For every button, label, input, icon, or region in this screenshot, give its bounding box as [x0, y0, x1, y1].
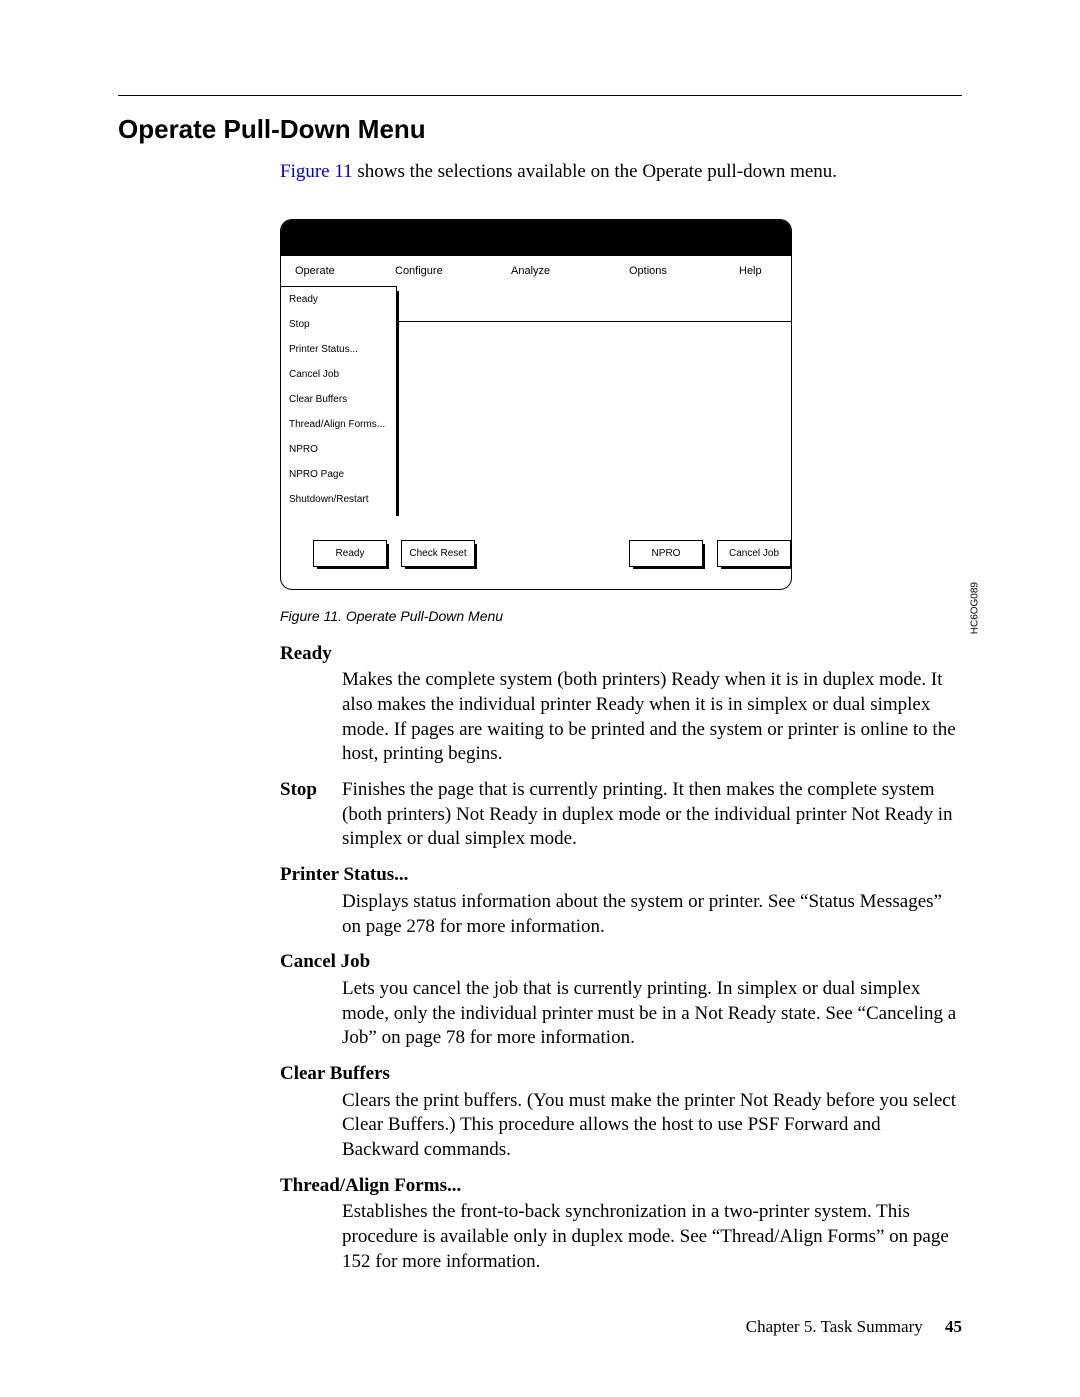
- figure-caption: Figure 11. Operate Pull-Down Menu: [280, 608, 962, 624]
- term-stop: Stop: [280, 778, 342, 852]
- check-reset-button[interactable]: Check Reset: [401, 540, 475, 567]
- term-thread-align: Thread/Align Forms...: [280, 1174, 962, 1199]
- figure-container: Operate Configure Analyze Options Help R…: [280, 219, 962, 590]
- ready-button[interactable]: Ready: [313, 540, 387, 567]
- def-ready: Ready Makes the complete system (both pr…: [280, 642, 962, 767]
- dropdown-item-shutdown-restart[interactable]: Shutdown/Restart: [281, 487, 396, 512]
- menu-options[interactable]: Options: [615, 265, 725, 277]
- dropdown-container: Ready Stop Printer Status... Cancel Job …: [281, 286, 791, 512]
- body-cancel-job: Lets you cancel the job that is currentl…: [342, 977, 962, 1051]
- def-printer-status: Printer Status... Displays status inform…: [280, 863, 962, 939]
- body-ready: Makes the complete system (both printers…: [342, 668, 962, 767]
- body-thread-align: Establishes the front-to-back synchroniz…: [342, 1200, 962, 1274]
- menu-analyze[interactable]: Analyze: [497, 265, 615, 277]
- npro-button[interactable]: NPRO: [629, 540, 703, 567]
- title-bar: [281, 220, 791, 256]
- def-stop: Stop Finishes the page that is currently…: [280, 778, 962, 852]
- dropdown-item-clear-buffers[interactable]: Clear Buffers: [281, 387, 396, 412]
- dropdown-item-stop[interactable]: Stop: [281, 312, 396, 337]
- figure-link[interactable]: Figure 11: [280, 161, 353, 182]
- dropdown-item-printer-status[interactable]: Printer Status...: [281, 337, 396, 362]
- intro-paragraph: Figure 11 shows the selections available…: [280, 159, 962, 185]
- intro-text: shows the selections available on the Op…: [353, 161, 837, 182]
- page: Operate Pull-Down Menu Figure 11 shows t…: [0, 0, 1080, 1397]
- page-footer: Chapter 5. Task Summary 45: [746, 1317, 962, 1337]
- cancel-job-button[interactable]: Cancel Job: [717, 540, 791, 567]
- term-ready: Ready: [280, 642, 962, 667]
- figure-code: HC6OG089: [969, 582, 980, 634]
- definition-list: Ready Makes the complete system (both pr…: [280, 642, 962, 1275]
- dropdown-item-ready[interactable]: Ready: [281, 287, 396, 312]
- body-printer-status: Displays status information about the sy…: [342, 890, 962, 939]
- menu-configure[interactable]: Configure: [381, 265, 497, 277]
- menu-bar: Operate Configure Analyze Options Help: [281, 256, 791, 286]
- def-thread-align: Thread/Align Forms... Establishes the fr…: [280, 1174, 962, 1275]
- menu-operate[interactable]: Operate: [281, 265, 381, 277]
- dropdown-item-thread-align[interactable]: Thread/Align Forms...: [281, 412, 396, 437]
- term-printer-status: Printer Status...: [280, 863, 962, 888]
- section-title: Operate Pull-Down Menu: [118, 114, 962, 145]
- dropdown-item-npro-page[interactable]: NPRO Page: [281, 462, 396, 487]
- button-spacer: [489, 540, 615, 567]
- footer-chapter: Chapter 5. Task Summary: [746, 1317, 923, 1336]
- body-clear-buffers: Clears the print buffers. (You must make…: [342, 1089, 962, 1163]
- menu-help[interactable]: Help: [725, 265, 776, 277]
- term-clear-buffers: Clear Buffers: [280, 1062, 962, 1087]
- def-cancel-job: Cancel Job Lets you cancel the job that …: [280, 950, 962, 1051]
- button-row: Ready Check Reset NPRO Cancel Job: [281, 512, 791, 589]
- dropdown-shadow: [396, 291, 399, 516]
- dropdown-item-cancel-job[interactable]: Cancel Job: [281, 362, 396, 387]
- window-body: Operate Configure Analyze Options Help R…: [281, 256, 791, 589]
- def-clear-buffers: Clear Buffers Clears the print buffers. …: [280, 1062, 962, 1163]
- app-window: Operate Configure Analyze Options Help R…: [280, 219, 792, 590]
- term-cancel-job: Cancel Job: [280, 950, 962, 975]
- footer-page-number: 45: [945, 1317, 962, 1336]
- body-stop: Finishes the page that is currently prin…: [342, 778, 962, 852]
- operate-dropdown: Ready Stop Printer Status... Cancel Job …: [281, 286, 397, 512]
- top-rule: [118, 95, 962, 96]
- dropdown-item-npro[interactable]: NPRO: [281, 437, 396, 462]
